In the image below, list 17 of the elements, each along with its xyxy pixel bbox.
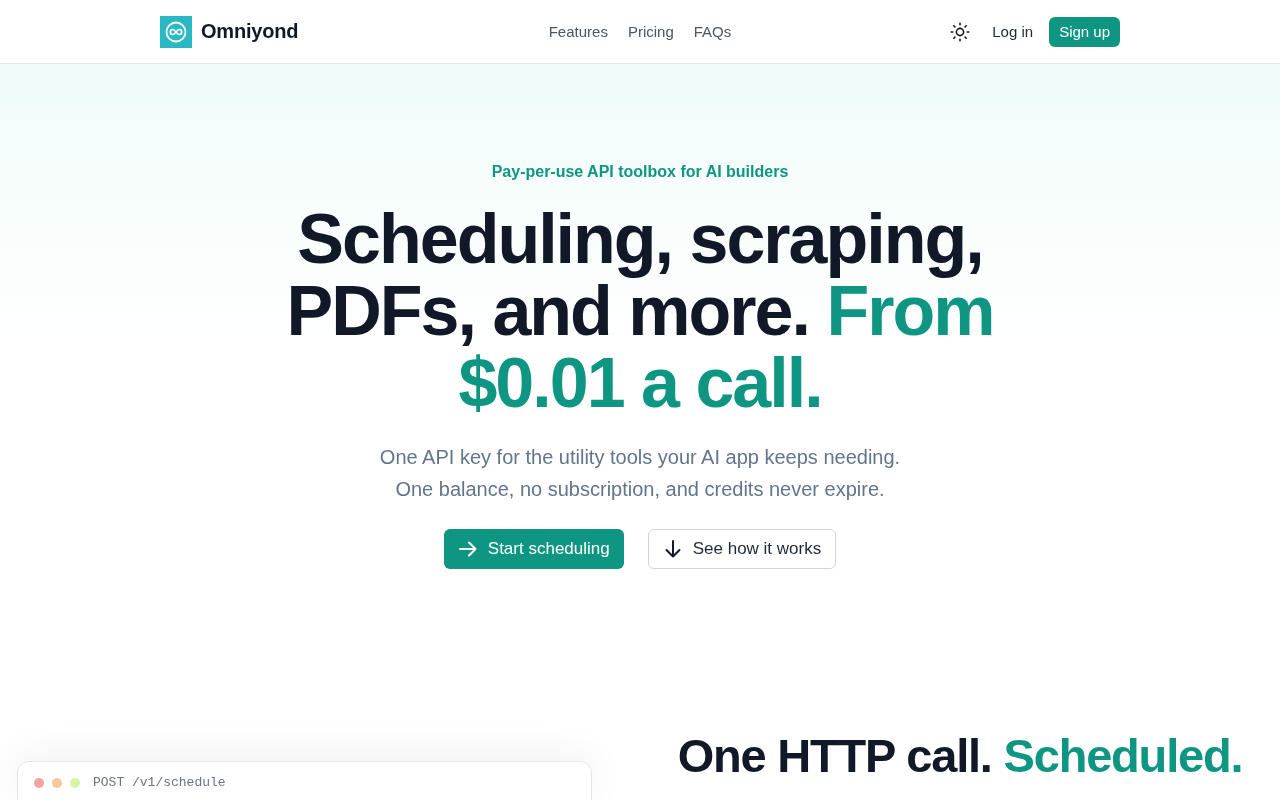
sun-icon[interactable] [950, 21, 971, 42]
login-link[interactable]: Log in [992, 23, 1034, 40]
section-heading: One HTTP call. Scheduled. [677, 729, 1243, 783]
nav-link[interactable]: Pricing [627, 23, 674, 40]
start-button[interactable]: Start scheduling [443, 529, 624, 569]
infinity-logo-icon [160, 15, 192, 48]
nav-link[interactable]: FAQs [693, 23, 732, 40]
nav-link[interactable]: Features [548, 23, 608, 40]
window-dots-icon [34, 777, 80, 788]
signup-button[interactable]: Sign up [1049, 16, 1120, 47]
hero-headline: Scheduling, scraping, PDFs, and more. From $0.01 a call. [285, 203, 995, 419]
request-line: POST /v1/schedule [93, 775, 226, 790]
brand-name[interactable]: Omniyond [201, 20, 299, 43]
how-it-works-button[interactable]: See how it works [647, 529, 837, 569]
arrow-right-icon [457, 539, 478, 559]
eyebrow-text: Pay-per-use API toolbox for AI builders [491, 162, 789, 182]
hero-subtitle: One API key for the utility tools your AI app keeps needing. One balance, no subscription, and credits never expire. [378, 445, 902, 502]
